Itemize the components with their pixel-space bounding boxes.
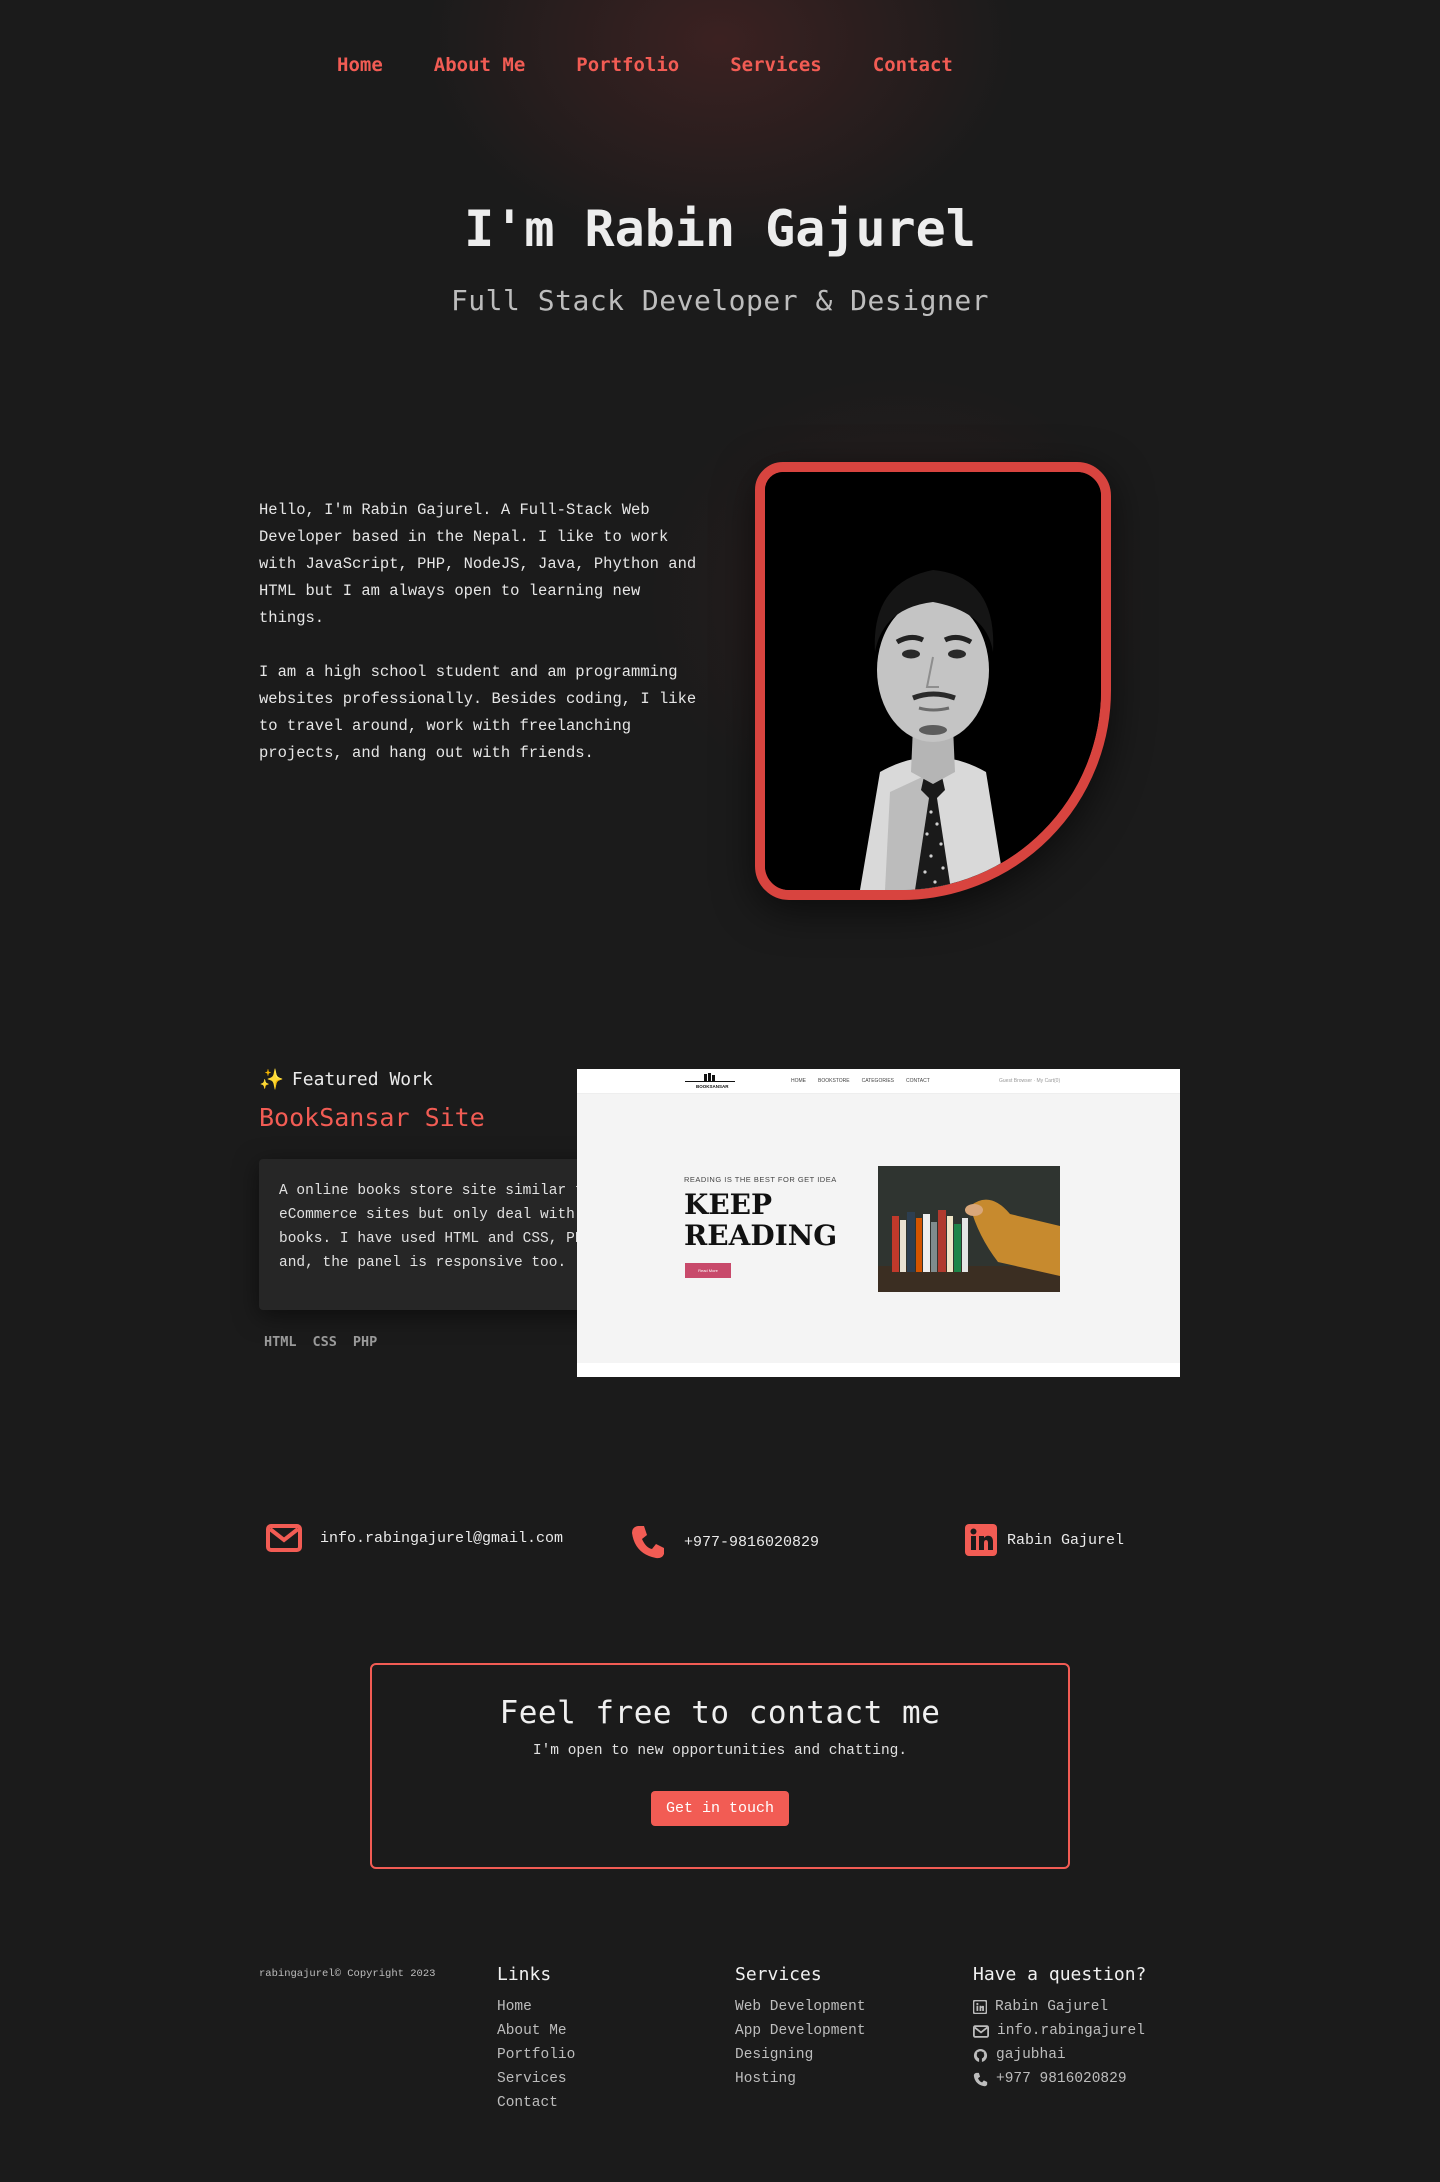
tag-css: CSS: [312, 1334, 337, 1350]
project-description: A online books store site similar to eCo…: [279, 1183, 601, 1271]
footer-question-github[interactable]: gajubhai: [973, 2043, 1146, 2067]
footer-question-linkedin-text: Rabin Gajurel: [995, 1999, 1109, 2015]
footer-question-phone-text: +977 9816020829: [996, 2071, 1127, 2087]
footer-service-web[interactable]: Web Development: [735, 1995, 866, 2019]
get-in-touch-button[interactable]: Get in touch: [650, 1791, 790, 1826]
featured-work-label-text: Featured Work: [291, 1068, 433, 1090]
footer-services-title: Services: [735, 1964, 822, 1985]
nav-services[interactable]: Services: [730, 54, 822, 76]
footer-link-services[interactable]: Services: [497, 2067, 575, 2091]
screenshot-nav-links: HOME BOOKSTORE CATEGORIES CONTACT: [791, 1078, 930, 1084]
footer-services: Services Web Development App Development…: [735, 1964, 866, 2091]
screenshot-books-image: [878, 1166, 1060, 1292]
footer-service-hosting[interactable]: Hosting: [735, 2067, 866, 2091]
screenshot-nav-bookstore: BOOKSTORE: [818, 1078, 850, 1084]
footer-links: Links Home About Me Portfolio Services C…: [497, 1964, 575, 2115]
screenshot-nav-home: HOME: [791, 1078, 806, 1084]
profile-photo: [755, 462, 1111, 900]
footer-service-app[interactable]: App Development: [735, 2019, 866, 2043]
envelope-icon: [266, 1524, 302, 1552]
nav-about[interactable]: About Me: [434, 54, 526, 76]
phone-icon: [632, 1526, 664, 1559]
sparkles-icon: ✨: [259, 1067, 284, 1091]
featured-work-label: ✨ Featured Work: [259, 1067, 433, 1091]
about-text: Hello, I'm Rabin Gajurel. A Full-Stack W…: [259, 497, 711, 767]
nav-portfolio[interactable]: Portfolio: [576, 54, 679, 76]
phone-icon: [973, 2072, 988, 2086]
hero-title: I'm Rabin Gajurel: [464, 200, 976, 258]
footer-service-design[interactable]: Designing: [735, 2043, 866, 2067]
footer-question-title: Have a question?: [973, 1964, 1147, 1985]
about-paragraph-2: I am a high school student and am progra…: [259, 663, 697, 762]
screenshot-headline: KEEP READING: [684, 1189, 837, 1251]
booksansar-logo: BOOKSANSAR: [685, 1072, 735, 1092]
main-nav: Home About Me Portfolio Services Contact: [337, 54, 953, 76]
background-glow: [0, 0, 1440, 900]
project-screenshot[interactable]: BOOKSANSAR HOME BOOKSTORE CATEGORIES CON…: [577, 1069, 1180, 1377]
cta-text: I'm open to new opportunities and chatti…: [532, 1743, 908, 1759]
contact-phone-text: +977-9816020829: [684, 1533, 820, 1551]
tag-php: PHP: [352, 1334, 378, 1350]
project-tags: HTML CSS PHP: [264, 1334, 377, 1350]
nav-home[interactable]: Home: [337, 54, 383, 76]
footer-link-home[interactable]: Home: [497, 1995, 575, 2019]
screenshot-headline-1: KEEP: [684, 1188, 773, 1221]
footer-link-contact[interactable]: Contact: [497, 2091, 575, 2115]
screenshot-nav-categories: CATEGORIES: [861, 1078, 895, 1084]
screenshot-headline-2: READING: [684, 1219, 838, 1252]
contact-email[interactable]: info.rabingajurel@gmail.com: [266, 1524, 563, 1552]
cta-title: Feel free to contact me: [499, 1695, 941, 1731]
about-paragraph-1: Hello, I'm Rabin Gajurel. A Full-Stack W…: [259, 501, 697, 627]
footer-question-phone[interactable]: +977 9816020829: [973, 2067, 1146, 2091]
screenshot-nav-contact: CONTACT: [906, 1078, 930, 1084]
contact-info-row: info.rabingajurel@gmail.com +977-9816020…: [0, 1524, 1440, 1564]
contact-cta-box: Feel free to contact me I'm open to new …: [370, 1663, 1070, 1869]
project-title[interactable]: BookSansar Site: [259, 1103, 485, 1132]
screenshot-navbar: BOOKSANSAR HOME BOOKSTORE CATEGORIES CON…: [577, 1069, 1180, 1094]
footer-question-email-text: info.rabingajurel: [997, 2023, 1145, 2039]
screenshot-button: Read More: [685, 1263, 731, 1278]
footer-question-github-text: gajubhai: [996, 2047, 1066, 2063]
linkedin-icon: [973, 2000, 987, 2014]
screenshot-kicker: READING IS THE BEST FOR GET IDEA: [684, 1175, 837, 1184]
screenshot-nav-right: Guest Browser · My Cart(0): [999, 1078, 1061, 1084]
footer-copyright: rabingajurel© Copyright 2023: [259, 1968, 436, 1980]
footer-question: Have a question? Rabin Gajurel info.rabi…: [973, 1964, 1146, 2091]
github-icon: [973, 2048, 988, 2062]
footer-links-title: Links: [497, 1964, 552, 1985]
footer-question-email[interactable]: info.rabingajurel: [973, 2019, 1146, 2043]
footer-link-about[interactable]: About Me: [497, 2019, 575, 2043]
footer-link-portfolio[interactable]: Portfolio: [497, 2043, 575, 2067]
linkedin-icon: [965, 1524, 997, 1556]
booksansar-logo-text: BOOKSANSAR: [696, 1084, 729, 1089]
hero-subtitle: Full Stack Developer & Designer: [450, 284, 990, 317]
envelope-icon: [973, 2024, 989, 2038]
screenshot-footer: [577, 1363, 1180, 1377]
contact-phone[interactable]: +977-9816020829: [630, 1524, 819, 1560]
contact-linkedin[interactable]: Rabin Gajurel: [965, 1524, 1124, 1556]
contact-linkedin-text: Rabin Gajurel: [1007, 1531, 1125, 1549]
nav-contact[interactable]: Contact: [873, 54, 953, 76]
contact-email-text: info.rabingajurel@gmail.com: [320, 1529, 564, 1547]
tag-html: HTML: [264, 1334, 297, 1350]
footer-question-linkedin[interactable]: Rabin Gajurel: [973, 1995, 1146, 2019]
